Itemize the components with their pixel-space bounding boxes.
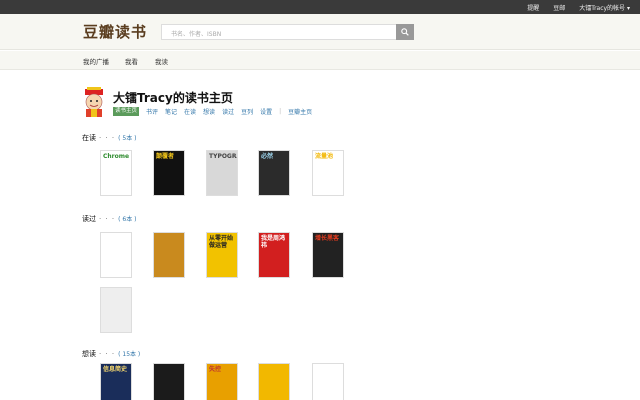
link-wish[interactable]: 想读 [203, 107, 215, 116]
section-name: 在读 [82, 134, 96, 142]
book-cover-title [101, 233, 131, 237]
book-cover-title [101, 288, 131, 292]
link-douban-home[interactable]: 豆瓣主页 [288, 107, 312, 116]
book-cover[interactable] [258, 363, 290, 400]
book-cover-title: Chrome [103, 153, 130, 160]
book-cover[interactable]: 从零开始做运营 [206, 232, 238, 278]
book-cover-title: 我是周鸿祎 [261, 235, 286, 249]
section-dots: · · · [99, 134, 116, 142]
book-cover[interactable]: TYPOGRAPHY [206, 150, 238, 196]
section-dots: · · · [99, 215, 116, 223]
book-cover-title [259, 364, 289, 368]
link-doulists[interactable]: 豆列 [241, 107, 253, 116]
search-button[interactable] [396, 24, 414, 40]
book-cover[interactable]: 我是周鸿祎 [258, 232, 290, 278]
nav-my-broadcast[interactable]: 我的广播 [83, 56, 109, 66]
section-count-link[interactable]: ( 5本 ) [118, 135, 136, 142]
nav-my-read[interactable]: 我读 [155, 56, 168, 66]
section-wish-title: 想读 · · ·( 15本 ) [82, 349, 140, 359]
book-cover-title: 增长黑客 [315, 235, 340, 242]
book-cover[interactable] [312, 363, 344, 400]
section-count-link[interactable]: ( 15本 ) [118, 351, 140, 358]
book-cover[interactable] [153, 363, 185, 400]
page-title: 大镭Tracy的读书主页 [113, 91, 233, 105]
section-read-title: 读过 · · ·( 6本 ) [82, 214, 136, 224]
book-cover-title: TYPOGRAPHY [209, 153, 237, 160]
section-name: 读过 [82, 215, 96, 223]
book-cover-title [313, 364, 343, 368]
status-badge: 读书主页 [113, 107, 139, 116]
book-cover[interactable]: 增长黑客 [312, 232, 344, 278]
section-name: 想读 [82, 350, 96, 358]
account-menu[interactable]: 大镭Tracy的帐号 ▾ [579, 3, 630, 12]
topbar-link-reminders[interactable]: 提醒 [527, 3, 539, 12]
book-cover-title: 失控 [209, 366, 222, 373]
profile-links: 书评 笔记 在读 想读 读过 豆列 设置 | 豆瓣主页 [146, 107, 312, 116]
nav-my-watch[interactable]: 我看 [125, 56, 138, 66]
link-settings[interactable]: 设置 [260, 107, 272, 116]
top-bar: 提醒 豆邮 大镭Tracy的帐号 ▾ [0, 0, 640, 14]
book-cover-title: 必然 [261, 153, 274, 160]
top-links: 提醒 豆邮 大镭Tracy的帐号 ▾ [527, 0, 630, 14]
book-cover[interactable]: 信息简史 [100, 363, 132, 400]
search-icon [401, 28, 409, 36]
book-cover-title: 从零开始做运营 [209, 235, 234, 249]
book-cover-title [154, 364, 184, 368]
book-cover[interactable]: 失控 [206, 363, 238, 400]
section-dots: · · · [99, 350, 116, 358]
separator: | [279, 108, 282, 115]
book-cover-title: 流量池 [315, 153, 334, 160]
link-read[interactable]: 读过 [222, 107, 234, 116]
link-notes[interactable]: 笔记 [165, 107, 177, 116]
book-cover[interactable]: Chrome [100, 150, 132, 196]
search-input[interactable]: 书名、作者、ISBN [161, 24, 397, 40]
section-reading-title: 在读 · · ·( 5本 ) [82, 133, 136, 143]
avatar[interactable] [81, 87, 107, 117]
section-count-link[interactable]: ( 6本 ) [118, 216, 136, 223]
book-cover[interactable]: 必然 [258, 150, 290, 196]
book-cover[interactable] [100, 287, 132, 333]
book-cover-title: 颠覆者 [156, 153, 175, 160]
chevron-down-icon: ▾ [626, 4, 630, 12]
book-cover[interactable] [153, 232, 185, 278]
main-nav: 我的广播 我看 我读 [0, 51, 640, 70]
link-reading[interactable]: 在读 [184, 107, 196, 116]
link-reviews[interactable]: 书评 [146, 107, 158, 116]
book-cover[interactable]: 流量池 [312, 150, 344, 196]
book-cover[interactable] [100, 232, 132, 278]
book-cover-title: 信息简史 [103, 366, 128, 373]
account-label: 大镭Tracy的帐号 [579, 4, 626, 12]
site-header: 豆瓣读书 书名、作者、ISBN [0, 14, 640, 50]
topbar-link-doumail[interactable]: 豆邮 [553, 3, 565, 12]
book-cover[interactable]: 颠覆者 [153, 150, 185, 196]
book-cover-title [154, 233, 184, 237]
site-logo[interactable]: 豆瓣读书 [83, 21, 147, 42]
